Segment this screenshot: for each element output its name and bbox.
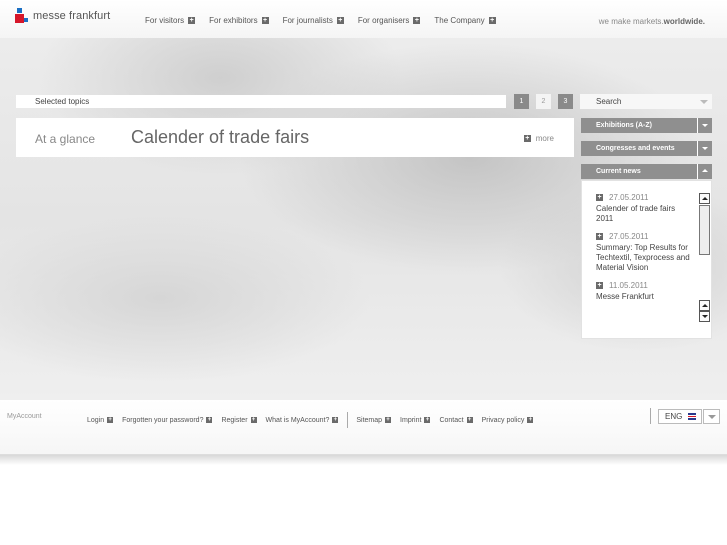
plus-icon: + <box>336 17 344 24</box>
nav-the-company[interactable]: The Company + <box>434 16 496 25</box>
news-panel: +27.05.2011 Calender of trade fairs 2011… <box>581 180 712 339</box>
plus-icon: + <box>385 417 392 423</box>
plus-icon: + <box>596 233 603 240</box>
plus-icon: + <box>206 417 213 423</box>
glance-title[interactable]: Calender of trade fairs <box>131 127 309 148</box>
footer-link-forgotten-password[interactable]: Forgotten your password? + <box>122 417 213 424</box>
page: messe frankfurt For visitors + For exhibi… <box>0 0 727 545</box>
tagline: we make markets.worldwide. <box>598 17 705 26</box>
footer-link-register[interactable]: Register + <box>221 417 257 424</box>
logo-text: messe frankfurt <box>33 10 111 22</box>
page-button-2[interactable]: 2 <box>536 94 551 109</box>
footer-link-imprint[interactable]: Imprint + <box>400 417 431 424</box>
page-button-1[interactable]: 1 <box>514 94 529 109</box>
scroll-up-icon[interactable] <box>699 193 710 204</box>
nav-for-organisers[interactable]: For organisers + <box>358 16 421 25</box>
footer-divider <box>650 408 651 424</box>
language-select[interactable]: ENG <box>658 409 702 424</box>
plus-icon: + <box>466 417 473 423</box>
news-item[interactable]: +27.05.2011 Calender of trade fairs 2011 <box>596 193 692 224</box>
plus-icon: + <box>107 417 114 423</box>
logo-icon <box>15 8 29 24</box>
footer-link-privacy-policy[interactable]: Privacy policy + <box>482 417 534 424</box>
footer-shadow <box>0 455 727 465</box>
footer-navigation: Login + Forgotten your password? + Registe… <box>87 412 542 428</box>
footer-link-login[interactable]: Login + <box>87 417 114 424</box>
plus-icon: + <box>261 17 269 24</box>
scroll-up-icon[interactable] <box>699 300 710 311</box>
topic-pager: 1 2 3 <box>514 94 580 109</box>
plus-icon: + <box>596 194 603 201</box>
footer-link-sitemap[interactable]: Sitemap + <box>356 417 392 424</box>
plus-icon: + <box>527 417 534 423</box>
news-item[interactable]: +27.05.2011 Summary: Top Results for Tec… <box>596 232 692 273</box>
uk-flag-icon <box>688 413 696 420</box>
nav-for-exhibitors[interactable]: For exhibitors + <box>209 16 269 25</box>
accordion-congresses[interactable]: Congresses and events <box>581 141 712 156</box>
footer: MyAccount Login + Forgotten your password… <box>0 400 727 455</box>
plus-icon: + <box>250 417 257 423</box>
plus-icon: + <box>523 135 531 142</box>
more-link[interactable]: + more <box>523 134 554 143</box>
plus-icon: + <box>188 17 196 24</box>
plus-icon: + <box>488 17 496 24</box>
scroll-down-icon[interactable] <box>699 311 710 322</box>
footer-link-contact[interactable]: Contact + <box>439 417 473 424</box>
news-list: +27.05.2011 Calender of trade fairs 2011… <box>596 193 692 319</box>
header: messe frankfurt For visitors + For exhibi… <box>0 0 727 40</box>
chevron-up-icon[interactable] <box>697 164 712 179</box>
chevron-down-icon[interactable] <box>697 118 712 133</box>
news-scrollbar[interactable] <box>699 193 711 323</box>
page-button-3[interactable]: 3 <box>558 94 573 109</box>
nav-for-journalists[interactable]: For journalists + <box>283 16 344 25</box>
chevron-down-icon <box>700 100 708 104</box>
footer-divider <box>347 412 349 428</box>
chevron-down-icon[interactable] <box>703 409 720 424</box>
plus-icon: + <box>596 282 603 289</box>
logo[interactable]: messe frankfurt <box>15 8 110 24</box>
chevron-down-icon[interactable] <box>697 141 712 156</box>
accordion-current-news[interactable]: Current news <box>581 164 712 179</box>
nav-for-visitors[interactable]: For visitors + <box>145 16 196 25</box>
at-a-glance-label: At a glance <box>35 132 96 146</box>
at-a-glance-panel: At a glance Calender of trade fairs + mor… <box>16 118 574 157</box>
news-item[interactable]: +11.05.2011 Messe Frankfurt <box>596 281 692 302</box>
scrollbar-thumb[interactable] <box>699 205 710 255</box>
plus-icon: + <box>332 417 339 423</box>
selected-topics-bar: Selected topics <box>16 95 506 108</box>
accordion-exhibitions[interactable]: Exhibitions (A-Z) <box>581 118 712 133</box>
top-navigation: For visitors + For exhibitors + For journa… <box>145 16 510 25</box>
plus-icon: + <box>424 417 431 423</box>
myaccount-label: MyAccount <box>7 413 42 420</box>
search-dropdown[interactable]: Search <box>580 94 712 109</box>
footer-link-what-is-myaccount[interactable]: What is MyAccount? + <box>266 417 339 424</box>
plus-icon: + <box>413 17 421 24</box>
